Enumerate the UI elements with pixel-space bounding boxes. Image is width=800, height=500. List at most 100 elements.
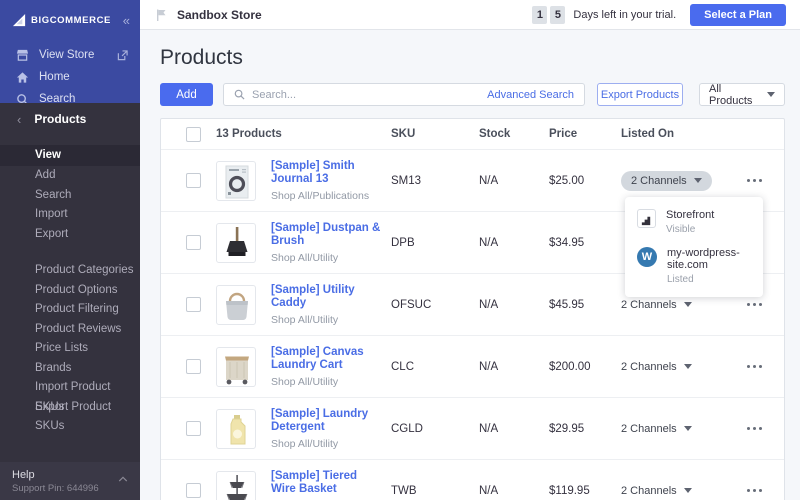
sidebar-item-home[interactable]: Home (0, 66, 140, 88)
search-box[interactable]: Advanced Search (223, 83, 585, 106)
product-name-link[interactable]: [Sample] Tiered Wire Basket (271, 470, 385, 496)
channels-dropdown[interactable]: 2 Channels (621, 299, 729, 311)
product-name-link[interactable]: [Sample] Laundry Detergent (271, 408, 385, 434)
table-row: [Sample] Laundry Detergent Shop All/Util… (161, 397, 784, 459)
channel-item-storefront[interactable]: Storefront Visible (625, 203, 763, 241)
sidebar-item-export[interactable]: Export (0, 225, 140, 245)
storefront-icon (16, 49, 29, 62)
help-label: Help (12, 469, 128, 481)
channels-popover: Storefront Visible W my-wordpress-site.c… (625, 197, 763, 297)
trial-days-counter: 1 5 (532, 6, 565, 24)
chevron-down-icon (684, 364, 692, 369)
chevron-down-icon (694, 178, 702, 183)
sidebar-item-product-search[interactable]: Search (0, 186, 140, 206)
product-name-link[interactable]: [Sample] Smith Journal 13 (271, 160, 385, 186)
logo-row: BIGCOMMERCE « (0, 8, 140, 32)
channels-count: 2 Channels (621, 361, 677, 373)
stock-cell: N/A (479, 361, 549, 373)
sidebar-item-export-product-skus[interactable]: Export Product SKUs (0, 398, 140, 418)
product-category: Shop All/Utility (271, 314, 385, 326)
product-thumbnail utility-caddy-icon (216, 285, 256, 325)
main-area: Sandbox Store 1 5 Days left in your tria… (140, 0, 800, 500)
price-cell: $25.00 (549, 175, 621, 187)
sidebar-top-section: BIGCOMMERCE « View Store Home Search (0, 0, 140, 103)
advanced-search-link[interactable]: Advanced Search (487, 89, 574, 101)
row-actions-button[interactable] (743, 485, 766, 496)
stock-cell: N/A (479, 299, 549, 311)
add-product-button[interactable]: Add (160, 83, 213, 106)
product-thumbnail detergent-icon (216, 409, 256, 449)
sku-cell: DPB (391, 237, 479, 249)
chevron-down-icon (684, 488, 692, 493)
view-store-label: View Store (39, 49, 117, 61)
channel-status: Listed (667, 274, 751, 285)
export-products-button[interactable]: Export Products (597, 83, 683, 106)
price-cell: $119.95 (549, 485, 621, 497)
row-actions-button[interactable] (743, 175, 766, 186)
column-header-sku: SKU (391, 128, 479, 140)
store-flag-icon (154, 8, 168, 22)
stock-cell: N/A (479, 175, 549, 187)
row-actions-button[interactable] (743, 423, 766, 434)
select-plan-button[interactable]: Select a Plan (690, 4, 786, 26)
product-filter-dropdown[interactable]: All Products (699, 83, 785, 106)
price-cell: $29.95 (549, 423, 621, 435)
channels-dropdown[interactable]: 2 Channels (621, 485, 729, 497)
sidebar-item-import[interactable]: Import (0, 205, 140, 225)
column-header-stock: Stock (479, 128, 549, 140)
sidebar-item-price-lists[interactable]: Price Lists (0, 339, 140, 359)
stock-cell: N/A (479, 423, 549, 435)
search-icon (234, 89, 245, 100)
page-title: Products (160, 46, 785, 70)
sidebar-collapse-button[interactable]: « (123, 13, 130, 28)
channel-status: Visible (666, 224, 714, 235)
row-actions-button[interactable] (743, 299, 766, 310)
sidebar-item-product-options[interactable]: Product Options (0, 281, 140, 301)
row-checkbox[interactable] (186, 421, 201, 436)
product-thumbnail wire-basket-icon (216, 471, 256, 500)
channel-title: Storefront (666, 209, 714, 221)
row-checkbox[interactable] (186, 235, 201, 250)
sidebar-item-view-store[interactable]: View Store (0, 44, 140, 66)
products-table: 13 Products SKU Stock Price Listed On [S… (160, 118, 785, 500)
row-checkbox[interactable] (186, 483, 201, 498)
select-all-checkbox[interactable] (186, 127, 201, 142)
sidebar-item-import-product-skus[interactable]: Import Product SKUs (0, 378, 140, 398)
bigcommerce-logo: BIGCOMMERCE (31, 15, 123, 26)
sidebar-item-brands[interactable]: Brands (0, 359, 140, 379)
sidebar-item-add[interactable]: Add (0, 166, 140, 186)
channel-item-wordpress[interactable]: W my-wordpress-site.com Listed (625, 241, 763, 291)
sidebar-item-product-categories[interactable]: Product Categories (0, 261, 140, 281)
external-link-icon (117, 50, 128, 61)
stock-cell: N/A (479, 485, 549, 497)
sidebar-item-product-filtering[interactable]: Product Filtering (0, 300, 140, 320)
product-name-link[interactable]: [Sample] Utility Caddy (271, 284, 385, 310)
products-section-header[interactable]: ‹ Products (0, 103, 140, 135)
product-name-link[interactable]: [Sample] Canvas Laundry Cart (271, 346, 385, 372)
bigcommerce-sail-icon (12, 13, 27, 28)
row-checkbox[interactable] (186, 297, 201, 312)
channels-count: 2 Channels (631, 175, 687, 187)
sidebar-item-view[interactable]: View (0, 145, 140, 166)
help-panel[interactable]: Help Support Pin: 644996 (0, 462, 140, 500)
sku-cell: TWB (391, 485, 479, 497)
sidebar: BIGCOMMERCE « View Store Home Search (0, 0, 140, 500)
home-icon (16, 71, 29, 84)
channels-dropdown-open[interactable]: 2 Channels (621, 171, 712, 191)
sku-cell: OFSUC (391, 299, 479, 311)
row-actions-button[interactable] (743, 361, 766, 372)
product-name-link[interactable]: [Sample] Dustpan & Brush (271, 222, 385, 248)
row-checkbox[interactable] (186, 359, 201, 374)
channels-dropdown[interactable]: 2 Channels (621, 361, 729, 373)
search-input[interactable] (252, 89, 487, 101)
back-chevron-icon[interactable]: ‹ (17, 112, 21, 127)
row-checkbox[interactable] (186, 173, 201, 188)
store-name: Sandbox Store (177, 8, 532, 22)
products-toolbar: Add Advanced Search Export Products All … (160, 83, 785, 106)
table-row: [Sample] Canvas Laundry Cart Shop All/Ut… (161, 335, 784, 397)
channels-dropdown[interactable]: 2 Channels (621, 423, 729, 435)
sidebar-item-product-reviews[interactable]: Product Reviews (0, 320, 140, 340)
table-header-row: 13 Products SKU Stock Price Listed On (161, 119, 784, 149)
chevron-up-icon[interactable] (118, 475, 128, 483)
column-header-listed-on: Listed On (621, 128, 729, 140)
